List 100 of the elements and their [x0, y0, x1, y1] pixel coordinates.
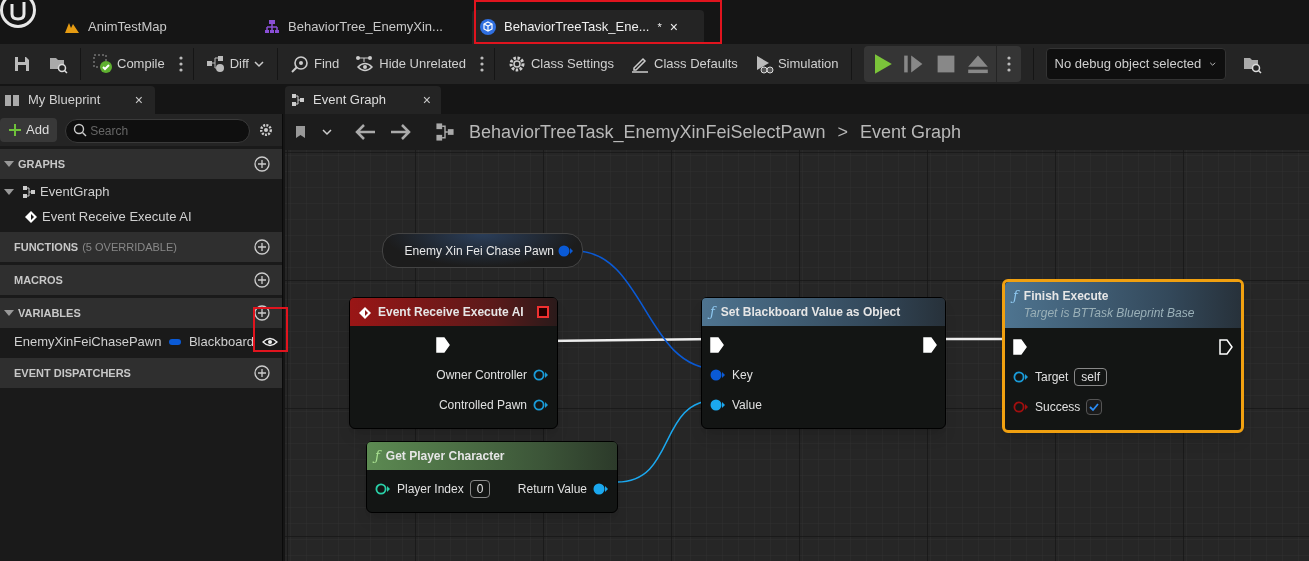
tab-label: AnimTestMap	[88, 18, 167, 37]
diff-icon	[205, 54, 226, 74]
pin-label: Success	[1035, 399, 1081, 416]
toolbar-button[interactable]: Compile	[85, 50, 173, 78]
search-icon	[73, 122, 88, 137]
graph-node[interactable]: ƒ Finish Execute Target is BTTask Blueprint Base Target self Success	[1002, 279, 1244, 433]
pin-icon[interactable]	[593, 482, 609, 496]
compile-icon	[93, 54, 113, 74]
variable-node[interactable]: Enemy Xin Fei Chase Pawn	[382, 233, 583, 268]
pin-label: Return Value	[517, 481, 587, 498]
node-title: Set Blackboard Value as Object	[720, 304, 902, 320]
expand-arrow-icon[interactable]	[4, 308, 14, 318]
exec-pin-icon[interactable]	[1013, 339, 1027, 355]
variable-name: EnemyXinFeiChasePawn	[14, 332, 162, 351]
graph-icon	[22, 184, 36, 199]
event-icon	[358, 306, 372, 320]
close-button[interactable]: ×	[134, 90, 143, 110]
exec-pin-icon[interactable]	[1219, 339, 1233, 355]
section-title: GRAPHS	[18, 156, 66, 172]
section-header[interactable]: MACROS	[0, 265, 282, 295]
breadcrumb-item[interactable]: BehaviorTreeTask_EnemyXinFeiSelectPawn	[469, 118, 826, 146]
breadcrumb-separator: >	[837, 120, 849, 144]
tree-icon	[264, 19, 280, 35]
find-icon	[289, 54, 310, 74]
graph-icon	[433, 122, 457, 142]
variable-row[interactable]: EnemyXinFeiChasePawn Blackboard	[0, 328, 282, 355]
exec-pin-icon[interactable]	[710, 337, 724, 353]
panel-tab[interactable]: My Blueprint ×	[0, 86, 155, 114]
delegate-pin[interactable]	[537, 306, 549, 318]
chevron-down-icon	[321, 126, 333, 138]
tab-label: Event Graph	[313, 91, 387, 110]
add-button[interactable]: Add	[0, 118, 58, 142]
highlight-frame	[253, 307, 288, 352]
graph-node[interactable]: ƒ Get Player Character Player Index 0 Return Value	[366, 441, 618, 513]
pin-label: Key	[732, 367, 753, 384]
pin-icon[interactable]	[533, 368, 549, 382]
book-icon	[4, 92, 20, 108]
document-tab[interactable]: AnimTestMap	[56, 10, 256, 44]
panel-title: My Blueprint	[28, 91, 102, 110]
breadcrumb-item[interactable]: Event Graph	[860, 118, 962, 146]
section-header[interactable]: EVENT DISPATCHERS	[0, 358, 282, 388]
pin-icon[interactable]	[375, 482, 391, 496]
section-note: (5 OVERRIDABLE)	[82, 239, 177, 255]
graph-tab[interactable]: Event Graph ×	[285, 86, 441, 114]
close-button[interactable]: ×	[669, 16, 678, 38]
exec-pin-icon[interactable]	[923, 337, 937, 353]
tree-item[interactable]: Event Receive Execute AI	[0, 204, 282, 229]
document-tab[interactable]: BehaviorTreeTask_Ene... * ×	[472, 10, 704, 44]
node-subtitle: Target is BTTask Blueprint Base	[1023, 305, 1196, 322]
toolbar-button[interactable]: Simulation	[745, 50, 847, 78]
section-title: EVENT DISPATCHERS	[14, 365, 131, 381]
forward-arrow-icon[interactable]	[389, 122, 413, 142]
section-header[interactable]: GRAPHS	[0, 149, 282, 179]
nodes-eye-icon	[355, 54, 376, 74]
settings-icon[interactable]	[258, 122, 274, 138]
close-button[interactable]: ×	[422, 90, 431, 110]
node-title: Finish Execute	[1023, 288, 1110, 304]
tab-label: BehaviorTreeTask_Ene...	[504, 18, 650, 37]
add-icon[interactable]	[254, 239, 270, 255]
add-icon[interactable]	[254, 305, 270, 321]
expand-arrow-icon[interactable]	[4, 186, 14, 197]
pin-label: Value	[732, 397, 762, 414]
save-icon[interactable]	[12, 54, 32, 74]
section-header[interactable]: FUNCTIONS (5 OVERRIDABLE)	[0, 232, 282, 262]
graph-node[interactable]: ƒ Set Blackboard Value as Object Key Value	[701, 297, 946, 429]
pin-icon[interactable]	[710, 398, 726, 412]
toolbar-button[interactable]: Class Defaults	[622, 50, 746, 78]
checkbox[interactable]	[1086, 399, 1103, 415]
pin-icon[interactable]	[1013, 370, 1029, 384]
pin-icon[interactable]	[533, 398, 549, 412]
toolbar-button[interactable]: Class Settings	[498, 50, 623, 78]
check-icon	[1088, 401, 1101, 413]
pin-label: Target	[1035, 369, 1069, 386]
pin-value-field[interactable]: self	[1074, 368, 1108, 386]
toolbar-button[interactable]: Diff	[197, 50, 273, 78]
variable-type: Blackboard	[188, 332, 254, 351]
node-title: Enemy Xin Fei Chase Pawn	[404, 242, 554, 260]
toolbar-button[interactable]: Find	[281, 50, 348, 78]
section-header[interactable]: VARIABLES	[0, 298, 282, 328]
node-title: Get Player Character	[385, 448, 506, 464]
event-icon	[24, 209, 38, 224]
node-title: Event Receive Execute AI	[378, 304, 525, 320]
graph-icon	[291, 93, 305, 107]
pin-value-field[interactable]: 0	[469, 480, 491, 498]
search-field[interactable]: Search	[65, 118, 250, 143]
expand-arrow-icon[interactable]	[4, 159, 14, 169]
add-icon[interactable]	[254, 365, 270, 381]
graph-node[interactable]: Event Receive Execute AI Owner Controller Controlled Pawn	[349, 297, 558, 429]
pin-label: Player Index	[397, 481, 464, 498]
plus-icon	[8, 123, 22, 137]
section-title: VARIABLES	[18, 305, 81, 321]
document-tab[interactable]: BehaviorTree_EnemyXin...	[256, 10, 456, 44]
add-icon[interactable]	[254, 156, 270, 172]
toolbar-button[interactable]: Hide Unrelated	[347, 50, 474, 78]
tree-item[interactable]: EventGraph	[0, 179, 282, 204]
exec-pin-icon[interactable]	[436, 337, 451, 353]
back-arrow-icon[interactable]	[353, 122, 377, 142]
pin-label: Controlled Pawn	[438, 397, 527, 414]
debug-object-dropdown[interactable]: No debug object selected	[1045, 48, 1226, 80]
add-icon[interactable]	[254, 272, 270, 288]
